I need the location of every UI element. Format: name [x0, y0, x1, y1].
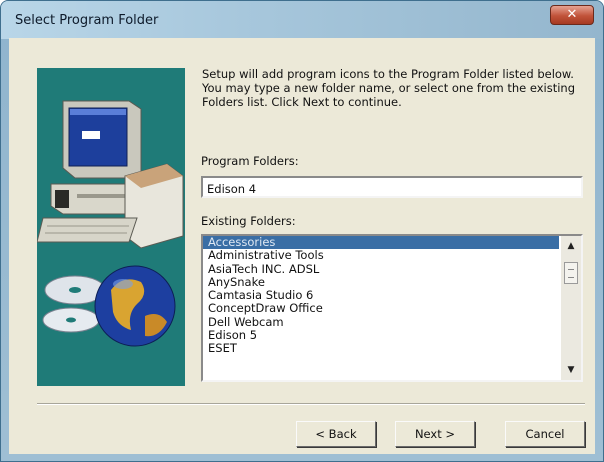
title-bar[interactable]: Select Program Folder: [1, 1, 603, 39]
window-title: Select Program Folder: [15, 13, 159, 28]
existing-folders-label: Existing Folders:: [201, 214, 296, 228]
folder-list-item[interactable]: AsiaTech INC. ADSL: [203, 262, 559, 276]
folder-list-item[interactable]: Dell Webcam: [203, 315, 559, 329]
setup-illustration: [36, 68, 185, 386]
scroll-down-arrow-icon[interactable]: ▼: [563, 363, 579, 377]
instructions-text: Setup will add program icons to the Prog…: [202, 67, 576, 109]
folder-list-item[interactable]: Accessories: [203, 236, 559, 250]
scroll-up-arrow-icon[interactable]: ▲: [563, 239, 579, 253]
button-separator: [37, 403, 585, 405]
existing-folders-items: Accessories Administrative Tools AsiaTech …: [203, 236, 559, 356]
program-folder-input-frame: [201, 176, 583, 198]
folder-list-item[interactable]: Camtasia Studio 6: [203, 288, 559, 302]
close-icon: ✕: [566, 7, 578, 22]
program-folder-input[interactable]: [203, 180, 581, 198]
close-button[interactable]: ✕: [550, 5, 594, 25]
list-scrollbar[interactable]: ▲ ▼: [561, 236, 581, 380]
folder-list-item[interactable]: ConceptDraw Office: [203, 302, 559, 316]
folder-list-item[interactable]: Edison 5: [203, 328, 559, 342]
folder-list-item[interactable]: Administrative Tools: [203, 248, 559, 262]
computer-and-globe-art: [36, 100, 184, 347]
cancel-button[interactable]: Cancel: [505, 421, 585, 447]
scroll-thumb[interactable]: [564, 262, 578, 284]
folder-list-item[interactable]: ESET: [203, 342, 559, 356]
next-button[interactable]: Next >: [395, 421, 475, 447]
existing-folders-list[interactable]: Accessories Administrative Tools AsiaTech …: [201, 234, 583, 382]
program-folders-label: Program Folders:: [201, 154, 299, 168]
folder-list-item[interactable]: AnySnake: [203, 275, 559, 289]
back-button[interactable]: < Back: [296, 421, 376, 447]
